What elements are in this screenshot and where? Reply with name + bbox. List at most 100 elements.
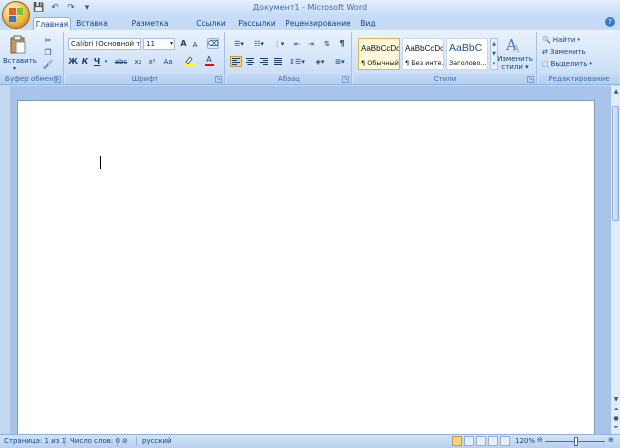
grow-font-button[interactable]: A [178, 38, 189, 49]
status-separator [136, 437, 137, 446]
scroll-thumb[interactable] [612, 106, 619, 221]
web-layout-view-icon[interactable] [476, 436, 486, 446]
paragraph-group-label: Абзац [227, 74, 351, 84]
zoom-in-icon[interactable]: ⊕ [608, 436, 614, 444]
sort-icon[interactable]: ⇅ [321, 38, 333, 49]
tab-page-layout[interactable]: Разметка страницы [115, 17, 185, 41]
style-heading-1[interactable]: AaBbC Заголово... [446, 38, 488, 70]
paste-button[interactable]: Вставить [3, 57, 37, 65]
tab-review[interactable]: Рецензирование [285, 17, 351, 31]
font-color-icon[interactable]: A [203, 55, 215, 66]
print-layout-view-icon[interactable] [452, 436, 462, 446]
select-icon: ⬚ [542, 60, 549, 68]
change-styles-button[interactable]: Изменить стили ▾ [497, 55, 533, 71]
tab-home[interactable]: Главная [33, 17, 71, 31]
bullets-icon[interactable]: ☰▾ [230, 38, 248, 49]
highlight-icon[interactable] [183, 55, 195, 66]
change-styles-label-2: стили [501, 63, 523, 71]
draft-view-icon[interactable] [500, 436, 510, 446]
line-spacing-icon[interactable]: ↕☰▾ [288, 56, 306, 67]
editing-group: 🔍 Найти ▾ ⇄ Заменить ⬚ Выделить ▾ Редактирова… [539, 32, 619, 84]
spelling-check-icon[interactable]: ⊘ [122, 437, 128, 445]
change-case-button[interactable]: Aa [161, 56, 175, 67]
format-painter-icon[interactable]: 🖌 [42, 59, 54, 70]
bold-button[interactable]: Ж [68, 56, 78, 67]
style-normal[interactable]: AaBbCcDc ¶ Обычный [358, 38, 400, 70]
undo-icon[interactable]: ↶ [49, 2, 61, 13]
tab-references[interactable]: Ссылки [195, 17, 227, 31]
vertical-scrollbar[interactable]: ▲ ▼ ⏶ ● ⏷ [610, 86, 620, 434]
word-count-status[interactable]: Число слов: 0 [70, 437, 120, 445]
full-screen-view-icon[interactable] [464, 436, 474, 446]
previous-page-icon[interactable]: ⏶ [612, 406, 620, 414]
tab-mailings[interactable]: Рассылки [237, 17, 277, 31]
font-size-value: 11 [146, 40, 155, 48]
tab-insert[interactable]: Вставка [76, 17, 108, 31]
language-status[interactable]: русский [142, 437, 172, 445]
scroll-up-icon[interactable]: ▲ [612, 88, 620, 96]
outline-view-icon[interactable] [488, 436, 498, 446]
status-separator [65, 437, 66, 446]
paste-icon[interactable] [9, 35, 27, 55]
show-marks-button[interactable]: ¶ [336, 38, 348, 49]
font-name-combo[interactable]: Calibri (Основной те [68, 38, 141, 50]
styles-launcher-icon[interactable]: ↘ [527, 76, 534, 83]
next-page-icon[interactable]: ⏷ [612, 424, 620, 432]
italic-button[interactable]: К [80, 56, 90, 67]
font-size-combo[interactable]: 11 ▾ [143, 38, 175, 50]
increase-indent-icon[interactable]: ⇥ [305, 38, 317, 49]
cut-icon[interactable]: ✂ [42, 35, 54, 46]
numbering-icon[interactable]: ☷▾ [250, 38, 268, 49]
customize-qat-icon[interactable]: ▾ [81, 2, 93, 13]
borders-icon[interactable]: ⊞▾ [331, 56, 349, 67]
justify-icon[interactable] [272, 56, 284, 67]
copy-icon[interactable]: ❐ [42, 47, 54, 58]
align-left-icon[interactable] [230, 56, 242, 67]
zoom-level[interactable]: 120% [515, 437, 535, 445]
document-page[interactable] [17, 100, 595, 434]
font-launcher-icon[interactable]: ↘ [215, 76, 222, 83]
paragraph-launcher-icon[interactable]: ↘ [342, 76, 349, 83]
underline-button[interactable]: Ч [92, 56, 102, 67]
clipboard-group: Вставить ▾ ✂ ❐ 🖌 Буфер обмена ↘ [0, 32, 64, 84]
style-name: ¶ Обычный [361, 59, 399, 67]
clear-format-icon[interactable]: ⌫ [207, 38, 219, 49]
style-no-spacing[interactable]: AaBbCcDc ¶ Без инте... [402, 38, 444, 70]
align-right-icon[interactable] [258, 56, 270, 67]
styles-group: AaBbCcDc ¶ Обычный AaBbCcDc ¶ Без инте..… [354, 32, 537, 84]
superscript-button[interactable]: x² [146, 56, 158, 67]
quick-access-toolbar: 💾 ↶ ↷ ▾ [33, 2, 93, 13]
zoom-slider-thumb[interactable] [574, 437, 578, 446]
align-center-icon[interactable] [244, 56, 256, 67]
replace-button[interactable]: ⇄ Заменить [542, 48, 586, 56]
svg-text:A: A [512, 45, 520, 53]
save-icon[interactable]: 💾 [33, 2, 45, 13]
subscript-button[interactable]: x₂ [132, 56, 144, 67]
help-icon[interactable]: ? [605, 17, 615, 27]
browse-object-icon[interactable]: ● [612, 415, 620, 423]
multilevel-list-icon[interactable]: ⋮▾ [270, 38, 288, 49]
change-styles-icon[interactable]: AA [505, 35, 523, 55]
editing-group-label: Редактирование [539, 74, 619, 84]
tab-view[interactable]: Вид [357, 17, 379, 31]
office-button[interactable] [2, 1, 30, 29]
zoom-out-icon[interactable]: ⊖ [537, 436, 543, 444]
page-count-status[interactable]: Страница: 1 из 1 [4, 437, 66, 445]
scroll-down-icon[interactable]: ▼ [612, 396, 620, 404]
shading-icon[interactable]: ◈▾ [311, 56, 329, 67]
paste-dropdown-icon[interactable]: ▾ [13, 65, 16, 72]
change-styles-dropdown-icon: ▾ [522, 63, 529, 71]
ribbon-tabs: Главная Вставка Разметка страницы Ссылки… [0, 16, 620, 41]
title-bar: Документ1 - Microsoft Word 💾 ↶ ↷ ▾ [0, 0, 620, 16]
select-button[interactable]: ⬚ Выделить ▾ [542, 60, 592, 68]
window-title: Документ1 - Microsoft Word [252, 3, 368, 12]
find-button[interactable]: 🔍 Найти ▾ [542, 36, 580, 44]
strikethrough-button[interactable]: abc [113, 56, 129, 67]
underline-dropdown-icon[interactable]: ▾ [103, 56, 109, 67]
decrease-indent-icon[interactable]: ⇤ [291, 38, 303, 49]
redo-icon[interactable]: ↷ [65, 2, 77, 13]
shrink-font-button[interactable]: A [190, 39, 200, 50]
clipboard-launcher-icon[interactable]: ↘ [54, 76, 61, 83]
ribbon: Вставить ▾ ✂ ❐ 🖌 Буфер обмена ↘ Calibri … [0, 30, 620, 85]
status-bar: Страница: 1 из 1 Число слов: 0 ⊘ русский… [0, 434, 620, 448]
